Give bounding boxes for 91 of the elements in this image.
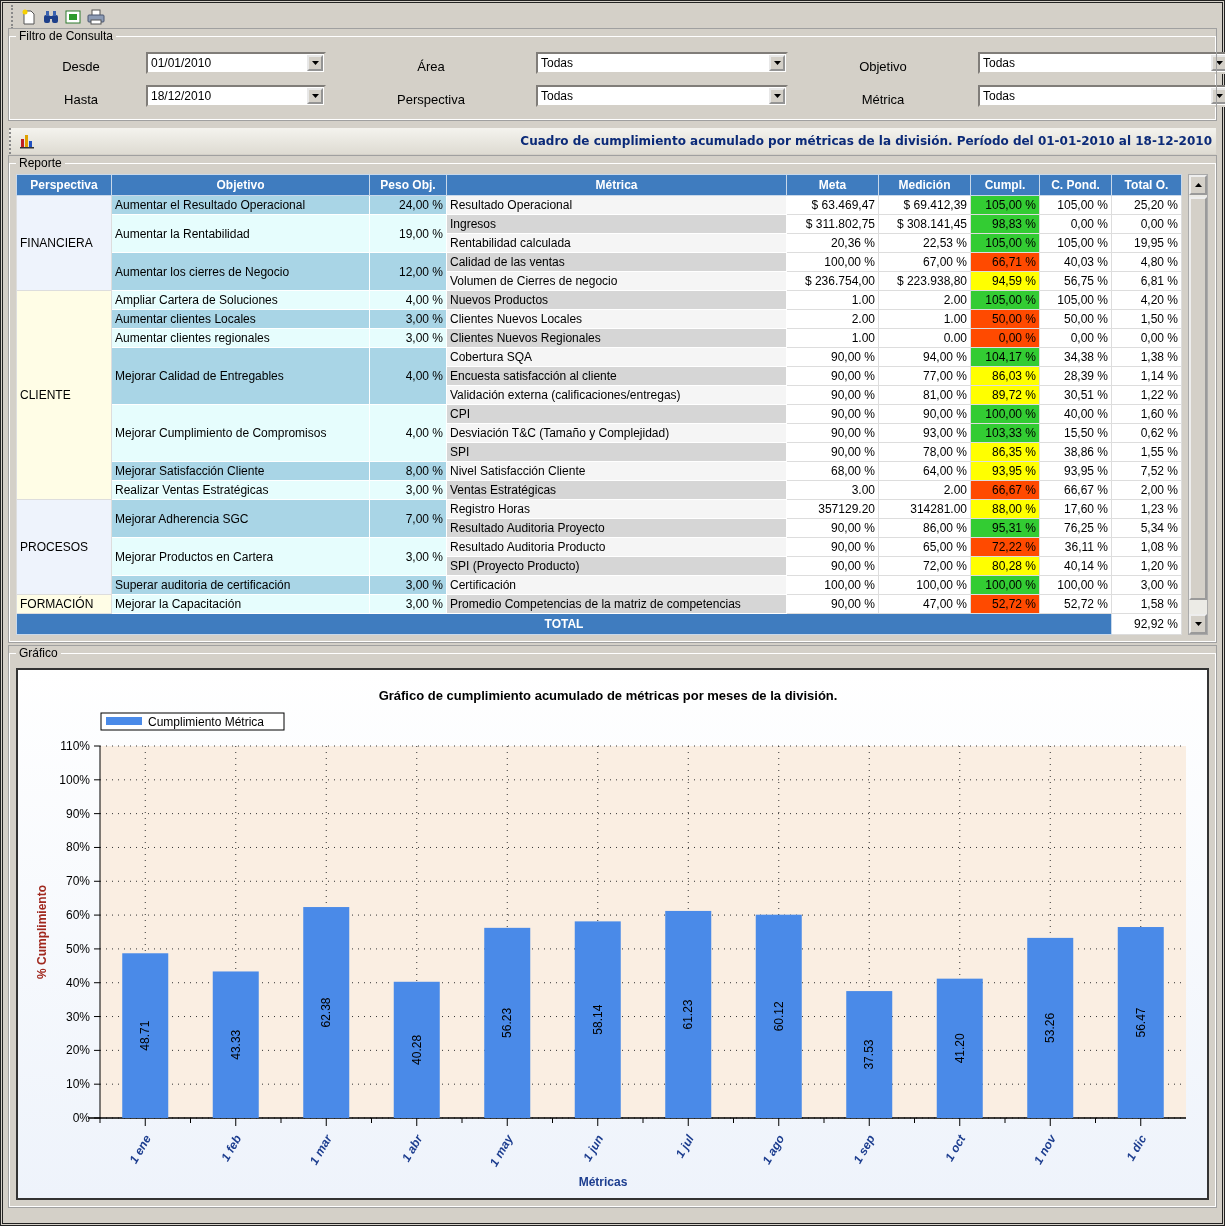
table-cell: CLIENTE (16, 290, 112, 500)
axis-title: % Cumplimiento (35, 885, 49, 979)
axis-label: 90% (65, 806, 90, 821)
scrollbar[interactable] (1188, 174, 1208, 635)
table-cell: 7,00 % (369, 499, 447, 538)
report-title: Cuadro de cumplimiento acumulado por métricas de la división. Período del 01-01-2010 al 18-12-2010 (520, 134, 1212, 148)
table-cell: 4,00 % (369, 347, 447, 405)
table-cell: 19,00 % (369, 214, 447, 253)
data-label: 56.47 (1133, 1007, 1148, 1038)
caret-icon (773, 93, 781, 98)
data-label: 37.53 (862, 1039, 877, 1070)
up-arrow-icon[interactable] (1194, 183, 1202, 187)
table-cell: Mejorar Adherencia SGC (111, 499, 370, 538)
column-header: Perspectiva (16, 174, 112, 196)
column-header: C. Pond. (1039, 174, 1112, 196)
binoculars-icon[interactable] (43, 9, 59, 25)
axis-label: 100% (59, 772, 90, 787)
chart-title: Gráfico de cumplimiento acumulado de métricas por meses de la división. (378, 688, 838, 703)
axis-label: 1 abr (398, 1132, 426, 1165)
data-label: 48.71 (138, 1020, 153, 1051)
axis-label: 60% (65, 908, 90, 923)
dropdown-field[interactable]: Todas (978, 51, 1225, 74)
field-label: Área (416, 58, 446, 74)
axis-label: 1 jul (672, 1132, 697, 1161)
axis-label: 70% (65, 874, 90, 889)
axis-label: 30% (65, 1009, 90, 1024)
data-label: 53.26 (1043, 1012, 1058, 1043)
axis-label: 80% (65, 840, 90, 855)
table-cell: 4,00 % (369, 404, 447, 462)
axis-title: Métricas (578, 1175, 628, 1189)
axis-label: 0% (72, 1111, 90, 1125)
axis-label: 1 feb (218, 1132, 245, 1164)
data-label: 61.23 (681, 999, 696, 1030)
down-arrow-icon[interactable] (1194, 622, 1202, 626)
data-label: 60.12 (771, 1001, 786, 1032)
table-cell: Aumentar la Rentabilidad (111, 214, 370, 253)
data-label: 58.14 (590, 1004, 605, 1035)
caret-icon (311, 60, 319, 65)
axis-label: 50% (65, 941, 90, 956)
axis-label: 1 ago (759, 1132, 788, 1167)
table-cell: 3,00 % (369, 537, 447, 576)
axis-label: 20% (65, 1043, 90, 1058)
group-title: Reporte (18, 156, 63, 170)
printer-icon[interactable] (87, 9, 105, 25)
caret-icon (1215, 60, 1223, 65)
column-header: Meta (786, 174, 879, 196)
axis-label: 110% (60, 739, 90, 753)
column-header: Total O. (1111, 174, 1182, 196)
data-label: 43.33 (228, 1029, 243, 1060)
axis-label: 10% (65, 1077, 90, 1092)
table-cell: TOTAL (16, 613, 1112, 635)
column-header: Peso Obj. (369, 174, 447, 196)
axis-label: 1 dic (1123, 1132, 1150, 1164)
bar-chart-icon[interactable] (19, 133, 35, 149)
data-label: 40.28 (409, 1034, 424, 1065)
axis-label: 1 oct (942, 1132, 969, 1164)
group-title: Filtro de Consulta (18, 29, 115, 43)
field-label: Métrica (860, 91, 906, 107)
spreadsheet-icon[interactable] (65, 9, 81, 25)
data-label: 56.23 (500, 1007, 515, 1038)
field-label: Perspectiva (396, 91, 466, 107)
group-title: Gráfico (18, 646, 59, 660)
axis-label: 1 ene (126, 1132, 154, 1167)
new-document-icon[interactable] (21, 9, 37, 25)
field-label: Hasta (63, 91, 99, 107)
table-cell: PROCESOS (16, 499, 112, 595)
column-header: Objetivo (111, 174, 370, 196)
field-label: Desde (61, 58, 101, 74)
caret-icon (773, 60, 781, 65)
table-cell: FINANCIERA (16, 195, 112, 291)
table-cell: Mejorar Productos en Cartera (111, 537, 370, 576)
column-header: Medición (878, 174, 971, 196)
field-label: Objetivo (858, 58, 908, 74)
caret-icon (1215, 93, 1223, 98)
data-label: 41.20 (952, 1033, 967, 1064)
dropdown-field[interactable]: Todas (978, 84, 1225, 107)
dropdown-field[interactable]: Todas (536, 84, 788, 107)
legend-label: Cumplimiento Métrica (148, 715, 265, 729)
dropdown-field[interactable]: 18/12/2010 (146, 84, 326, 107)
column-header: Cumpl. (970, 174, 1040, 196)
table-cell: 12,00 % (369, 252, 447, 291)
dropdown-field[interactable]: Todas (536, 51, 788, 74)
data-label: 62.38 (319, 997, 334, 1028)
column-header: Métrica (446, 174, 787, 196)
axis-label: 40% (65, 975, 90, 990)
dropdown-field[interactable]: 01/01/2010 (146, 51, 326, 74)
caret-icon (311, 93, 319, 98)
chart-legend: Cumplimiento Métrica (100, 712, 285, 731)
table-cell: Mejorar Cumplimiento de Compromisos (111, 404, 370, 462)
table-cell: Aumentar los cierres de Negocio (111, 252, 370, 291)
table-cell: Mejorar Calidad de Entregables (111, 347, 370, 405)
